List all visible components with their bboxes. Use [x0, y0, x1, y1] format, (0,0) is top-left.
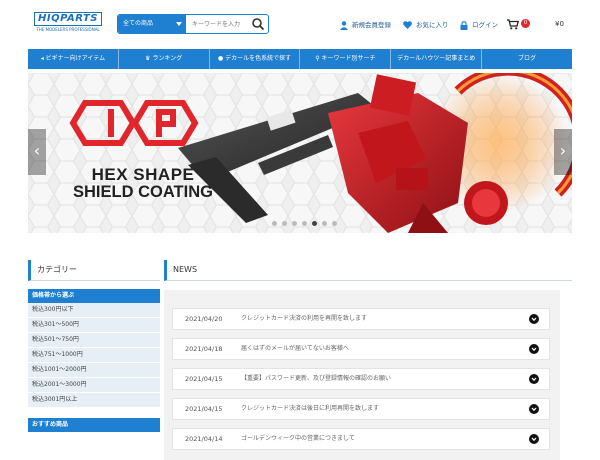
site-header: HIQPARTS THE MODELERS PROFESSIONAL 全ての商品… — [0, 0, 600, 48]
hero-prev-button[interactable]: ‹ — [28, 129, 46, 175]
login-link[interactable]: ログイン — [460, 20, 498, 30]
slide-dot[interactable] — [282, 221, 287, 226]
chevron-right-icon: › — [559, 141, 567, 160]
favorites-label: お気に入り — [416, 21, 449, 29]
nav-label: ランキング — [152, 55, 183, 62]
hero-headline-1: HEX SHAPE — [91, 165, 195, 184]
chevron-down-icon[interactable] — [529, 434, 539, 444]
site-logo[interactable]: HIQPARTS THE MODELERS PROFESSIONAL — [34, 12, 102, 34]
chevron-down-icon — [176, 22, 182, 26]
search-category-select[interactable]: 全ての商品 — [118, 15, 186, 33]
hero-next-button[interactable]: › — [554, 129, 572, 175]
chevron-down-icon[interactable] — [529, 404, 539, 414]
nav-item-keyword-search[interactable]: ⚲ キーワード別サーチ — [300, 49, 392, 69]
news-text: ゴールデンウィーク中の営業につきまして — [241, 435, 355, 442]
news-list: 2021/04/20 クレジットカード決済の利用を再開を致します 2021/04… — [164, 290, 560, 460]
chevron-down-icon[interactable] — [529, 344, 539, 354]
nav-label: デカールハウツー記事まとめ — [397, 55, 476, 62]
login-label: ログイン — [472, 21, 498, 29]
user-icon — [340, 20, 348, 30]
news-date: 2021/04/18 — [185, 345, 223, 353]
sidebar-section-recommended[interactable]: おすすめ商品 — [28, 418, 160, 432]
category-sidebar: カテゴリー 価格帯から選ぶ 税込300円以下 税込301〜500円 税込501〜… — [28, 260, 160, 432]
nav-item-ranking[interactable]: ♛ ランキング — [119, 49, 210, 69]
logo-tagline: THE MODELERS PROFESSIONAL — [36, 27, 100, 32]
news-section: NEWS 2021/04/20 クレジットカード決済の利用を再開を致します 20… — [164, 260, 572, 460]
news-date: 2021/04/14 — [185, 435, 223, 443]
heart-icon — [403, 21, 412, 29]
hero-banner-image — [28, 73, 572, 233]
slide-dot[interactable] — [302, 221, 307, 226]
sidebar-item-price[interactable]: 税込3001円以上 — [28, 393, 160, 408]
hero-slider[interactable]: HEX SHAPE SHIELD COATING ‹ › — [28, 73, 572, 233]
news-title: NEWS — [164, 260, 572, 281]
nav-label: ビギナー向けアイテム — [45, 55, 106, 62]
cart-total: ¥0 — [555, 20, 564, 28]
sidebar-item-price[interactable]: 税込1001〜2000円 — [28, 363, 160, 378]
chevron-down-icon[interactable] — [529, 314, 539, 324]
news-date: 2021/04/15 — [185, 375, 223, 383]
sidebar-item-price[interactable]: 税込2001〜3000円 — [28, 378, 160, 393]
slide-dot[interactable] — [322, 221, 327, 226]
nav-item-beginner[interactable]: ◂ ビギナー向けアイテム — [28, 49, 119, 69]
chevron-down-icon[interactable] — [529, 374, 539, 384]
search-icon[interactable] — [251, 17, 265, 31]
news-item[interactable]: 2021/04/15 クレジットカード決済は後日に利用再開を致します — [172, 398, 550, 420]
favorites-link[interactable]: お気に入り — [403, 20, 449, 30]
hero-pagination — [272, 221, 337, 226]
sidebar-item-price[interactable]: 税込501〜750円 — [28, 333, 160, 348]
news-item[interactable]: 2021/04/20 クレジットカード決済の利用を再開を致します — [172, 308, 550, 330]
news-text: クレジットカード決済の利用を再開を致します — [241, 315, 368, 322]
news-item[interactable]: 2021/04/18 届くはずのメールが届いてないお客様へ — [172, 338, 550, 360]
nav-item-blog[interactable]: ブログ — [482, 49, 572, 69]
nav-label: デカールを色系統で探す — [225, 55, 292, 62]
logo-text: HIQPARTS — [34, 12, 102, 26]
search-bar: 全ての商品 — [117, 14, 269, 34]
search-input[interactable] — [188, 15, 250, 33]
chevron-left-icon: ‹ — [33, 141, 41, 160]
nav-item-color-search[interactable]: ● デカールを色系統で探す — [210, 49, 301, 69]
search-category-label: 全ての商品 — [123, 20, 154, 27]
news-text: 届くはずのメールが届いてないお客様へ — [241, 345, 349, 352]
sidebar-title: カテゴリー — [28, 260, 160, 281]
cart-button[interactable]: 0 ¥0 — [505, 19, 567, 31]
lock-icon — [460, 20, 468, 30]
slide-dot[interactable] — [332, 221, 337, 226]
news-text: クレジットカード決済は後日に利用再開を致します — [241, 405, 380, 412]
register-link[interactable]: 新規会員登録 — [340, 20, 391, 30]
sidebar-item-price[interactable]: 税込301〜500円 — [28, 318, 160, 333]
nav-item-howto[interactable]: デカールハウツー記事まとめ — [391, 49, 483, 69]
cart-count-badge: 0 — [521, 19, 530, 28]
news-item[interactable]: 2021/04/14 ゴールデンウィーク中の営業につきまして — [172, 428, 550, 450]
sidebar-section-price: 価格帯から選ぶ — [28, 289, 160, 303]
sidebar-item-price[interactable]: 税込300円以下 — [28, 303, 160, 318]
cart-icon — [507, 19, 519, 30]
news-date: 2021/04/20 — [185, 315, 223, 323]
nav-label: ブログ — [518, 55, 537, 62]
slide-dot-active[interactable] — [312, 221, 317, 226]
register-label: 新規会員登録 — [352, 21, 391, 29]
news-date: 2021/04/15 — [185, 405, 223, 413]
main-nav: ◂ ビギナー向けアイテム ♛ ランキング ● デカールを色系統で探す ⚲ キーワ… — [28, 49, 572, 69]
nav-label: キーワード別サーチ — [321, 55, 376, 62]
news-text: 【重要】パスワード更新、及び登録情報の確認のお願い — [241, 375, 392, 382]
slide-dot[interactable] — [272, 221, 277, 226]
news-item[interactable]: 2021/04/15 【重要】パスワード更新、及び登録情報の確認のお願い — [172, 368, 550, 390]
slide-dot[interactable] — [292, 221, 297, 226]
hero-headline-2: SHIELD COATING — [73, 183, 213, 201]
sidebar-item-price[interactable]: 税込751〜1000円 — [28, 348, 160, 363]
